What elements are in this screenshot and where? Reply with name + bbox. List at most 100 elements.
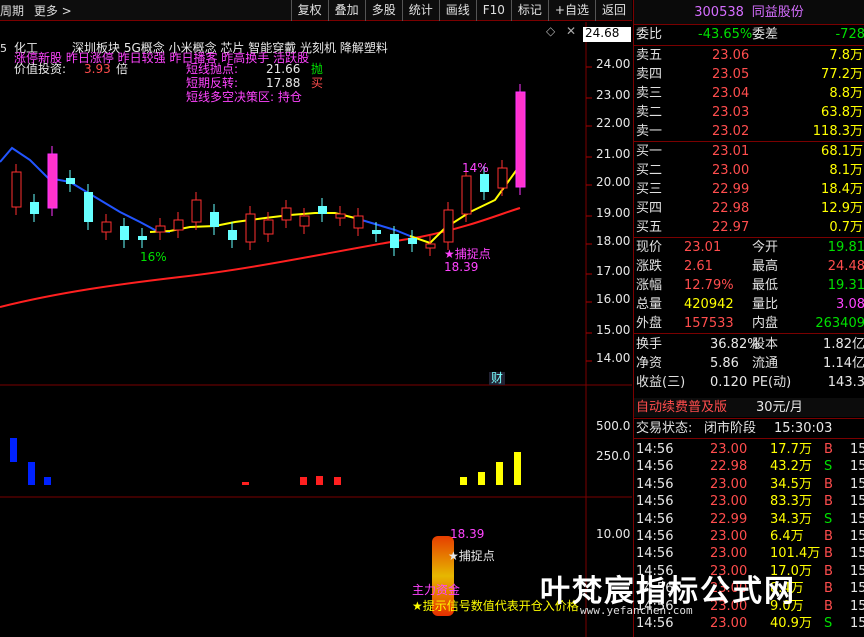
candle xyxy=(353,215,364,229)
bid-price: 22.99 xyxy=(712,182,750,197)
tick-count: 15 xyxy=(850,546,864,562)
ask-row: 卖五 23.06 7.8万 xyxy=(634,46,864,65)
weibi-value: -43.65% xyxy=(698,27,753,42)
stat-label: 净资 xyxy=(636,356,663,371)
volume-bar xyxy=(514,452,521,485)
settings-diamond-icon[interactable]: ◇ xyxy=(546,25,555,38)
tick-side: B xyxy=(824,494,833,510)
bid-label: 买四 xyxy=(636,201,663,216)
stat-row: 净资 5.86 流通 1.14亿 xyxy=(634,354,864,373)
tick-count: 15 xyxy=(850,442,864,457)
tick-volume: 83.3万 xyxy=(770,494,812,510)
short-reversal-label: 短期反转: xyxy=(186,76,239,90)
price-tick: 14.00 xyxy=(596,351,631,365)
period-button[interactable]: 周期 xyxy=(0,4,24,18)
stat-label: 涨幅 xyxy=(636,278,663,293)
price-tick: 24.00 xyxy=(596,57,631,71)
volume-bar xyxy=(28,462,35,485)
tick-side: B xyxy=(824,529,833,544)
stat-value: 19.81 xyxy=(827,240,864,255)
tick-count: 15 xyxy=(850,581,864,597)
short-point-label: 短线抛点: xyxy=(186,62,239,76)
volume-tick: 250.0 xyxy=(596,449,631,463)
bid-row: 买三 22.99 18.4万 xyxy=(634,180,864,199)
price-tick: 22.00 xyxy=(596,116,631,130)
stat-value: 0.120 xyxy=(710,375,748,390)
stat-value: 19.31 xyxy=(827,278,864,293)
stat-row: 换手 36.82% 股本 1.82亿 xyxy=(634,335,864,354)
tick-count: 15 xyxy=(850,563,864,579)
add-watchlist-button[interactable]: +自选 xyxy=(547,0,595,21)
tick-side: B xyxy=(824,581,833,597)
volume-bar xyxy=(300,477,307,485)
tick-time: 14:56 xyxy=(636,476,674,492)
weicha-value: -728 xyxy=(835,27,864,42)
stat-label: 股本 xyxy=(752,337,779,352)
tick-side: S xyxy=(824,616,833,631)
top-toolbar: 周期 更多 > 复权 叠加 多股 统计 画线 F10 标记 +自选 返回 xyxy=(0,0,632,21)
ask-price: 23.03 xyxy=(712,105,750,120)
tick-price: 23.00 xyxy=(710,476,748,492)
stat-row: 总量 420942 量比 3.08 xyxy=(634,295,864,314)
ask-volume: 8.8万 xyxy=(829,86,863,101)
candle xyxy=(245,213,256,243)
multi-stock-button[interactable]: 多股 xyxy=(364,0,402,21)
stat-value: 263409 xyxy=(815,316,864,331)
tick-row: 14:56 23.00 6.4万 B 15 xyxy=(634,527,864,546)
tick-side: S xyxy=(824,459,833,475)
stat-value: 2.61 xyxy=(684,259,713,274)
price-tick: 19.00 xyxy=(596,206,631,220)
bid-label: 买五 xyxy=(636,220,663,235)
fuquan-button[interactable]: 复权 xyxy=(290,0,328,21)
bid-row: 买一 23.01 68.1万 xyxy=(634,142,864,161)
price-tick: 18.00 xyxy=(596,234,631,248)
candle xyxy=(191,199,202,223)
weibi-label: 委比 xyxy=(636,27,663,42)
tick-time: 14:56 xyxy=(636,494,674,510)
stat-label: 内盘 xyxy=(752,316,779,331)
stat-label: 收益(三) xyxy=(636,375,686,390)
tick-volume: 43.2万 xyxy=(770,459,812,475)
more-button[interactable]: 更多 > xyxy=(34,4,72,18)
kline-chart-area[interactable]: 5 化工 深圳板块 5G概念 小米概念 芯片 智能穿戴 光刻机 降解塑料 涨停新… xyxy=(0,22,632,637)
ask-row: 卖四 23.05 77.2万 xyxy=(634,65,864,84)
volume-bar xyxy=(496,462,503,485)
tick-count: 15 xyxy=(850,616,864,631)
watermark-url: www.yefanchen.com xyxy=(580,604,693,617)
trade-status-label: 交易状态: xyxy=(636,421,693,436)
mark-button[interactable]: 标记 xyxy=(510,0,548,21)
overlay-button[interactable]: 叠加 xyxy=(327,0,365,21)
tick-volume: 101.4万 xyxy=(770,546,821,562)
finance-badge[interactable]: 财 xyxy=(489,372,506,385)
stat-value: 420942 xyxy=(684,297,734,312)
candle xyxy=(372,230,381,234)
draw-line-button[interactable]: 画线 xyxy=(438,0,476,21)
f10-button[interactable]: F10 xyxy=(475,0,511,21)
bid-volume: 68.1万 xyxy=(821,144,863,159)
quote-panel: 300538 同益股份 委比 -43.65% 委差 -728 卖五 23.06 7.… xyxy=(633,0,864,637)
candle xyxy=(210,212,219,227)
tick-row: 14:56 23.00 34.5万 B 15 xyxy=(634,475,864,494)
stat-value: 143.3 xyxy=(827,375,864,390)
stats-button[interactable]: 统计 xyxy=(401,0,439,21)
tick-volume: 34.3万 xyxy=(770,511,812,527)
promo-banner[interactable]: 自动续费普及版 30元/月 xyxy=(634,398,864,417)
tick-time: 14:56 xyxy=(636,529,674,544)
candle xyxy=(390,234,399,248)
ask-price: 23.02 xyxy=(712,124,750,139)
stat-label: 最高 xyxy=(752,259,779,274)
bid-price: 22.98 xyxy=(712,201,750,216)
stat-value: 3.08 xyxy=(836,297,864,312)
candle xyxy=(318,206,327,214)
tick-price: 22.98 xyxy=(710,459,748,475)
bid-label: 买二 xyxy=(636,163,663,178)
close-icon[interactable]: ✕ xyxy=(566,25,576,38)
bid-label: 买一 xyxy=(636,144,663,159)
candle xyxy=(425,243,436,249)
ask-row: 卖三 23.04 8.8万 xyxy=(634,84,864,103)
back-button[interactable]: 返回 xyxy=(594,0,632,21)
tick-row: 14:56 23.00 17.7万 B 15 xyxy=(634,440,864,459)
stat-label: 今开 xyxy=(752,240,779,255)
tick-side: B xyxy=(824,563,833,579)
bid-label: 买三 xyxy=(636,182,663,197)
